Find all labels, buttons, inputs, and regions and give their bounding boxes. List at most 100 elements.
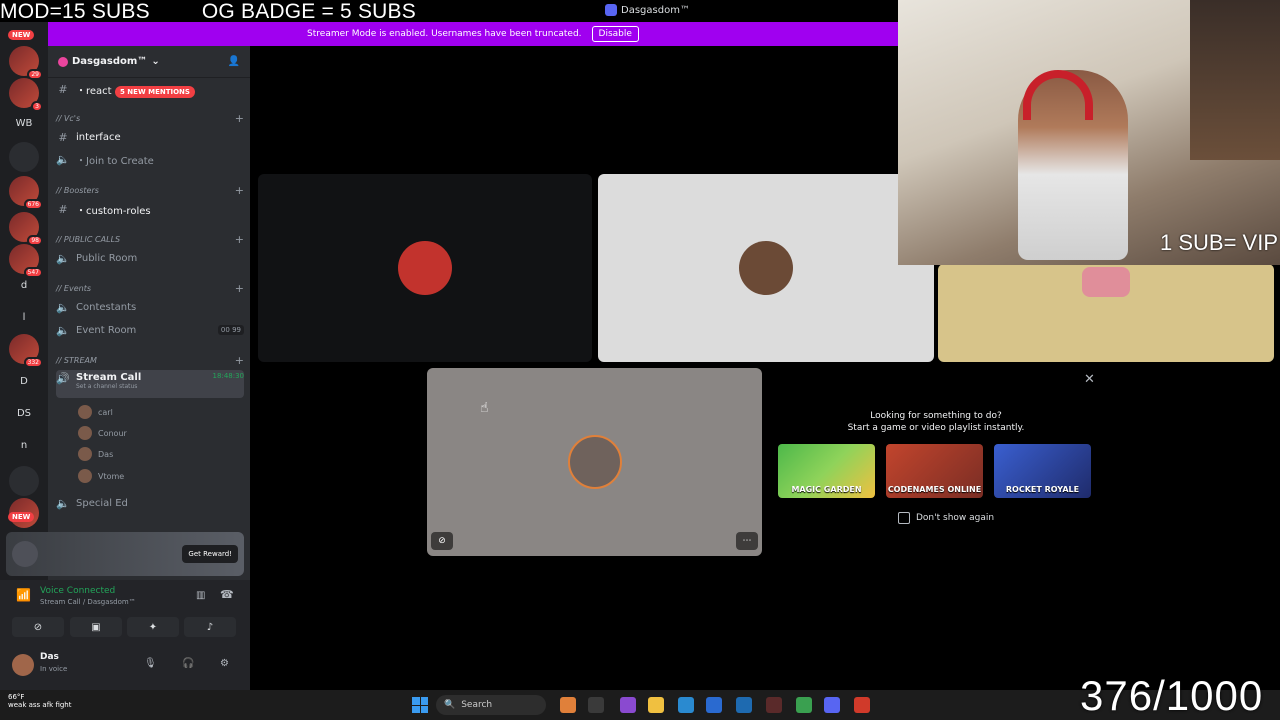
discord-logo-icon — [605, 4, 617, 16]
category-public-calls[interactable]: // PUBLIC CALLS + — [56, 232, 244, 246]
soundboard-button[interactable]: ♪ — [184, 617, 236, 637]
channel-interface[interactable]: # interface — [56, 128, 244, 146]
app-icon[interactable] — [766, 697, 782, 713]
server-l[interactable]: l — [9, 302, 39, 332]
mute-icon[interactable]: ⊘ — [431, 532, 453, 550]
app-icon[interactable] — [560, 697, 576, 713]
voice-user[interactable]: Conour — [78, 424, 127, 442]
app-icon[interactable] — [588, 697, 604, 713]
participant-tile[interactable] — [258, 174, 592, 362]
dont-show-checkbox[interactable] — [898, 512, 910, 524]
app-icon[interactable] — [706, 697, 722, 713]
channel-contestants[interactable]: 🔈 Contestants — [56, 298, 244, 316]
gear-icon[interactable]: ⚙ — [220, 658, 229, 669]
server-name: Dasgasdom™ — [72, 56, 148, 67]
browser-icon[interactable] — [678, 697, 694, 713]
window-title-text: Dasgasdom™ — [621, 4, 690, 16]
channel-custom-roles[interactable]: # ・custom-roles — [56, 200, 244, 218]
voice-user[interactable]: Vtome — [78, 467, 124, 485]
avatar — [78, 426, 92, 440]
server-n[interactable]: n — [9, 430, 39, 460]
participant-tile-focused[interactable]: ⊘ ⋯ — [427, 368, 762, 556]
more-options-icon[interactable]: ⋯ — [736, 532, 758, 550]
controller-icon — [12, 541, 38, 567]
webcam-overlay — [898, 0, 1280, 265]
game-rocket-royale[interactable]: ROCKET ROYALE — [994, 444, 1091, 498]
dont-show-again[interactable]: Don't show again — [898, 512, 994, 524]
channel-join-create[interactable]: 🔈 ・Join to Create — [56, 150, 244, 168]
voice-location[interactable]: Stream Call / Dasgasdom™ — [40, 598, 136, 606]
headset-icon[interactable]: 🎧 — [182, 658, 194, 669]
game-codenames[interactable]: CODENAMES ONLINE — [886, 444, 983, 498]
server-header[interactable]: Dasgasdom™ ⌄ 👤 — [48, 46, 250, 78]
channel-label: ・react — [76, 85, 112, 97]
server-icon-6[interactable]: 332 — [9, 334, 43, 368]
chevron-down-icon: ⌄ — [151, 56, 160, 67]
channel-label: Public Room — [76, 252, 138, 264]
participant-tile[interactable] — [598, 174, 934, 362]
dont-show-label: Don't show again — [916, 513, 995, 523]
category-events[interactable]: // Events + — [56, 281, 244, 295]
channel-public-room[interactable]: 🔈 Public Room — [56, 249, 244, 267]
app-icon[interactable] — [736, 697, 752, 713]
share-screen-button[interactable]: ▣ — [70, 617, 122, 637]
avatar[interactable] — [12, 654, 34, 676]
disable-streamer-mode-button[interactable]: Disable — [591, 26, 639, 42]
server-d[interactable]: d — [9, 270, 39, 300]
search-label: Search — [461, 700, 493, 710]
taskbar-search[interactable]: 🔍 Search — [436, 695, 546, 715]
server-DS[interactable]: DS — [9, 398, 39, 428]
windows-start-icon[interactable] — [412, 697, 428, 713]
user-name[interactable]: Das — [40, 652, 59, 662]
weather-widget[interactable]: 66°F weak ass afk fight — [8, 693, 71, 709]
game-magic-garden[interactable]: MAGIC GARDEN — [778, 444, 875, 498]
server-icon-4[interactable]: 98 — [9, 212, 43, 246]
add-channel-icon[interactable]: + — [235, 184, 244, 197]
close-icon[interactable]: ✕ — [1084, 372, 1095, 387]
user-count: 00 — [220, 326, 230, 334]
server-icon-2[interactable]: 3 — [9, 78, 43, 112]
app-icon[interactable] — [620, 697, 636, 713]
voice-user-name: Das — [98, 449, 114, 459]
add-channel-icon[interactable]: + — [235, 112, 244, 125]
category-label: // Boosters — [56, 185, 99, 195]
channel-stream-call[interactable]: 🔊 Stream Call Set a channel status 18:48… — [56, 370, 244, 398]
channel-label: Event Room — [76, 324, 137, 336]
voice-user[interactable]: carl — [78, 403, 113, 421]
add-channel-icon[interactable]: + — [235, 282, 244, 295]
folder-icon[interactable] — [9, 142, 39, 172]
server-icon-3[interactable]: 676 — [9, 176, 43, 210]
search-icon: 🔍 — [444, 700, 456, 710]
category-vcs[interactable]: // Vc's + — [56, 111, 244, 125]
chrome-icon[interactable] — [796, 697, 812, 713]
file-explorer-icon[interactable] — [648, 697, 664, 713]
discord-icon[interactable] — [824, 697, 840, 713]
category-label: // PUBLIC CALLS — [56, 234, 121, 244]
server-icon-1[interactable]: 29 — [9, 46, 43, 80]
app-icon[interactable] — [854, 697, 870, 713]
add-channel-icon[interactable]: + — [235, 354, 244, 367]
category-stream[interactable]: // STREAM + — [56, 353, 244, 367]
avatar — [78, 447, 92, 461]
noise-suppression-icon[interactable]: ▥ — [196, 590, 205, 601]
folder-icon[interactable] — [9, 466, 39, 496]
activities-button[interactable]: ✦ — [127, 617, 179, 637]
server-wb[interactable]: WB — [9, 108, 39, 138]
call-timer: 18:48:30 — [212, 372, 244, 380]
camera-off-button[interactable]: ⊘ — [12, 617, 64, 637]
new-mentions-pill[interactable]: 5 NEW MENTIONS — [115, 86, 195, 98]
add-friend-icon[interactable]: 👤 — [228, 56, 240, 67]
channel-event-room[interactable]: 🔈 Event Room 00 99 — [56, 321, 244, 339]
channel-label: Contestants — [76, 301, 137, 313]
channel-special-ed[interactable]: 🔈 Special Ed — [56, 494, 244, 512]
add-channel-icon[interactable]: + — [235, 233, 244, 246]
signal-icon[interactable]: 📶 — [16, 588, 31, 602]
set-status-link[interactable]: Set a channel status — [76, 383, 141, 390]
get-reward-button[interactable]: Get Reward! — [182, 545, 238, 563]
disconnect-icon[interactable]: ☎ — [220, 588, 234, 601]
server-D[interactable]: D — [9, 366, 39, 396]
participant-tile[interactable] — [938, 264, 1274, 362]
voice-user[interactable]: Das — [78, 445, 113, 463]
category-boosters[interactable]: // Boosters + — [56, 183, 244, 197]
microphone-icon[interactable]: 🎙 — [144, 658, 157, 669]
